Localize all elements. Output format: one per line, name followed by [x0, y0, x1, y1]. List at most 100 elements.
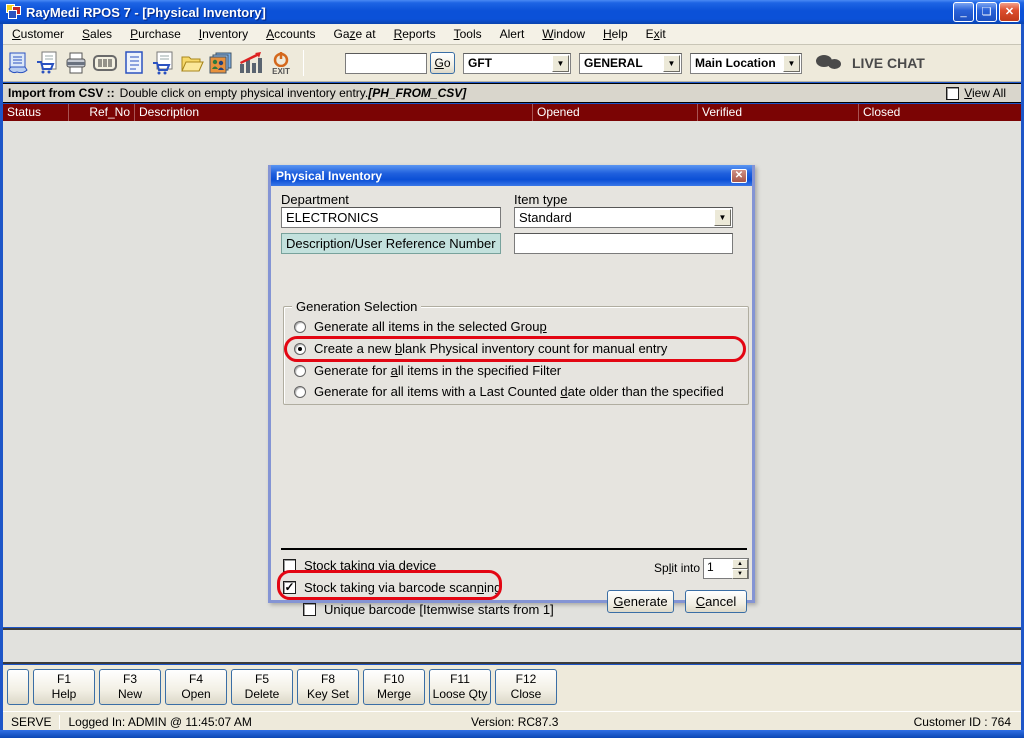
option-blank-manual-entry[interactable]: Create a new blank Physical inventory co…	[294, 341, 667, 356]
f5-delete-button[interactable]: F5 Delete	[231, 669, 293, 705]
location-value: Main Location	[695, 56, 776, 70]
column-description[interactable]: Description	[135, 104, 533, 121]
company-combobox[interactable]: GFT ▼	[463, 52, 571, 74]
dialog-divider	[281, 548, 747, 550]
menu-help[interactable]: Help	[594, 25, 637, 43]
f10-merge-button[interactable]: F10 Merge	[363, 669, 425, 705]
menu-purchase[interactable]: Purchase	[121, 25, 190, 43]
menu-sales[interactable]: Sales	[73, 25, 121, 43]
menu-accounts[interactable]: Accounts	[257, 25, 324, 43]
company-value: GFT	[468, 56, 492, 70]
column-verified[interactable]: Verified	[698, 104, 859, 121]
chevron-down-icon[interactable]: ▼	[552, 54, 569, 72]
chart-icon[interactable]	[235, 48, 264, 78]
dialog-close-icon[interactable]: ✕	[731, 168, 747, 183]
fn-key: F11	[450, 672, 470, 686]
radio-icon[interactable]	[294, 342, 306, 355]
chevron-down-icon[interactable]: ▼	[714, 209, 731, 226]
item-type-combobox[interactable]: Standard ▼	[514, 207, 733, 228]
generate-button[interactable]: Generate	[607, 590, 674, 613]
chat-bubbles-icon	[816, 54, 846, 72]
dialog-title-bar[interactable]: Physical Inventory ✕	[271, 165, 752, 186]
quick-search-input[interactable]	[345, 52, 427, 74]
group-combobox[interactable]: GENERAL ▼	[579, 52, 682, 74]
option-generate-group[interactable]: Generate all items in the selected Group	[294, 319, 547, 334]
location-combobox[interactable]: Main Location ▼	[690, 52, 802, 74]
import-csv-hint: Double click on empty physical inventory…	[119, 86, 369, 100]
view-all-label: View All	[964, 86, 1006, 100]
option-specified-filter[interactable]: Generate for all items in the specified …	[294, 363, 561, 378]
spin-up-icon[interactable]: ▲	[732, 559, 748, 569]
live-chat-button[interactable]: LIVE CHAT	[816, 54, 925, 72]
barcode-icon[interactable]	[90, 48, 119, 78]
chevron-down-icon[interactable]: ▼	[663, 54, 680, 72]
unique-barcode-checkbox[interactable]	[303, 603, 316, 616]
printer-icon[interactable]	[61, 48, 90, 78]
function-key-bar: F1 Help F3 New F4 Open F5 Delete F8 Key …	[3, 665, 1021, 711]
stock-device-label: Stock taking via device	[304, 558, 437, 573]
menu-window[interactable]: Window	[533, 25, 594, 43]
gallery-icon[interactable]	[206, 48, 235, 78]
stock-device-control[interactable]: Stock taking via device	[283, 558, 436, 573]
status-divider	[59, 715, 61, 729]
column-closed[interactable]: Closed	[859, 104, 1021, 121]
physical-inventory-dialog: Physical Inventory ✕ Department Item typ…	[268, 165, 755, 617]
view-all-control[interactable]: View All	[946, 86, 1006, 100]
option-last-counted-date[interactable]: Generate for all items with a Last Count…	[294, 384, 724, 399]
column-status[interactable]: Status	[3, 104, 69, 121]
fn-label: Delete	[244, 687, 280, 701]
exit-button[interactable]: EXIT	[264, 48, 298, 78]
f11-loose-qty-button[interactable]: F11 Loose Qty	[429, 669, 491, 705]
split-into-spinner[interactable]: 1 ▲ ▼	[703, 558, 749, 579]
billing-icon[interactable]	[3, 48, 32, 78]
exit-label: EXIT	[272, 66, 290, 76]
department-input[interactable]	[281, 207, 501, 228]
live-chat-label: LIVE CHAT	[852, 55, 925, 71]
folder-open-icon[interactable]	[177, 48, 206, 78]
reference-label-button[interactable]: Description/User Reference Number	[281, 233, 501, 254]
fn-spacer-button[interactable]	[7, 669, 29, 705]
split-into-value: 1	[707, 560, 714, 574]
menu-alert[interactable]: Alert	[491, 25, 534, 43]
menu-inventory[interactable]: Inventory	[190, 25, 257, 43]
purchase-cart-icon[interactable]	[148, 48, 177, 78]
stock-barcode-checkbox[interactable]: ✓	[283, 581, 296, 594]
unique-barcode-control[interactable]: Unique barcode [Itemwise starts from 1]	[303, 602, 554, 617]
close-button[interactable]: ✕	[999, 2, 1020, 22]
menu-reports[interactable]: Reports	[385, 25, 445, 43]
fn-key: F8	[320, 672, 335, 686]
radio-icon[interactable]	[294, 364, 306, 377]
menu-tools[interactable]: Tools	[445, 25, 491, 43]
minimize-button[interactable]: _	[953, 2, 974, 22]
spin-down-icon[interactable]: ▼	[732, 569, 748, 579]
view-all-checkbox[interactable]	[946, 86, 960, 100]
column-ref-no[interactable]: Ref_No	[69, 104, 135, 121]
dialog-title: Physical Inventory	[276, 168, 383, 183]
radio-icon[interactable]	[294, 385, 306, 398]
stock-barcode-control[interactable]: ✓ Stock taking via barcode scanning	[283, 580, 501, 595]
sales-cart-icon[interactable]	[32, 48, 61, 78]
stock-device-checkbox[interactable]	[283, 559, 296, 572]
menu-gaze-at[interactable]: Gaze at	[325, 25, 385, 43]
f12-close-button[interactable]: F12 Close	[495, 669, 557, 705]
go-button[interactable]: Go	[430, 52, 455, 74]
server-status: SERVE	[11, 715, 52, 729]
f1-help-button[interactable]: F1 Help	[33, 669, 95, 705]
f8-key-set-button[interactable]: F8 Key Set	[297, 669, 359, 705]
fn-label: New	[117, 687, 142, 701]
reference-input[interactable]	[514, 233, 733, 254]
column-opened[interactable]: Opened	[533, 104, 698, 121]
restore-button[interactable]: ❏	[976, 2, 997, 22]
lower-panel	[3, 628, 1021, 664]
stock-barcode-label: Stock taking via barcode scanning	[304, 580, 502, 595]
f4-open-button[interactable]: F4 Open	[165, 669, 227, 705]
fn-label: Loose Qty	[432, 687, 488, 701]
menu-exit[interactable]: Exit	[637, 25, 675, 43]
chevron-down-icon[interactable]: ▼	[783, 54, 800, 72]
menu-customer[interactable]: Customer	[3, 25, 73, 43]
radio-icon[interactable]	[294, 320, 306, 333]
cancel-button[interactable]: Cancel	[685, 590, 747, 613]
f3-new-button[interactable]: F3 New	[99, 669, 161, 705]
import-csv-bar: Import from CSV :: Double click on empty…	[3, 83, 1021, 103]
document-icon[interactable]	[119, 48, 148, 78]
